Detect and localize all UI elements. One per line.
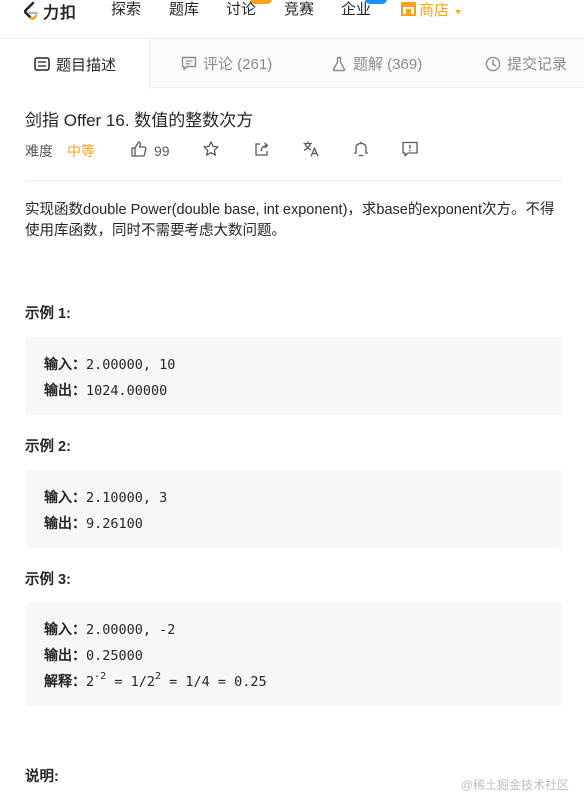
favorite-button[interactable] — [201, 140, 221, 163]
shop-icon — [400, 1, 417, 22]
comment-icon — [181, 56, 197, 72]
flask-icon — [331, 56, 347, 72]
input-label: 输入： — [44, 622, 86, 638]
example-input-line: 输入：2.00000, -2 — [44, 617, 543, 643]
problem-title: 剑指 Offer 16. 数值的整数次方 — [25, 111, 254, 130]
output-value: 1024.00000 — [86, 383, 168, 399]
input-label: 输入： — [44, 490, 86, 506]
example-output-line: 输出：0.25000 — [44, 643, 543, 669]
shop-label: 商店 — [419, 2, 450, 19]
nav-discuss-label: 讨论 — [226, 1, 257, 18]
difficulty-label: 难度 — [25, 143, 53, 159]
explain-exponent: -2 — [94, 670, 107, 682]
thumbs-up-icon — [130, 140, 148, 163]
bell-icon — [352, 140, 370, 163]
description-icon — [34, 56, 50, 72]
nav-enterprise-label: 企业 — [341, 1, 372, 18]
star-icon — [202, 140, 220, 163]
watermark: @稀土掘金技术社区 — [460, 778, 569, 792]
input-value: 2.00000, -2 — [86, 622, 176, 638]
explain-label: 解释： — [44, 674, 86, 690]
notes-title: 说明: — [25, 769, 59, 785]
subscribe-button[interactable] — [351, 140, 371, 163]
logo-text: 力扣 — [43, 5, 78, 22]
example-output-line: 输出：1024.00000 — [44, 378, 543, 404]
tab-comments[interactable]: 评论 (261) — [181, 39, 272, 88]
tab-comments-label: 评论 (261) — [203, 56, 273, 73]
chevron-down-icon — [455, 10, 462, 14]
share-button[interactable] — [252, 141, 272, 161]
input-label: 输入： — [44, 357, 86, 373]
input-value: 2.00000, 10 — [86, 357, 176, 373]
tab-submissions-label: 提交记录 — [507, 56, 568, 73]
example-explain-line: 解释：2-2 = 1/22 = 1/4 = 0.25 — [44, 669, 543, 695]
example-output-line: 输出：9.26100 — [44, 511, 543, 537]
like-button[interactable] — [129, 140, 149, 163]
new-badge — [250, 0, 272, 4]
example-3-block: 输入：2.00000, -2 输出：0.25000 解释：2-2 = 1/22 … — [25, 602, 562, 706]
tab-submissions[interactable]: 提交记录 — [485, 39, 567, 88]
tab-solutions[interactable]: 题解 (369) — [331, 39, 422, 88]
explain-middle: = 1/2 — [106, 674, 155, 690]
nav-discuss[interactable]: 讨论 — [226, 0, 272, 22]
clock-icon — [485, 56, 501, 72]
translate-icon — [302, 140, 320, 163]
top-navigation: 力扣 探索 题库 讨论 竞赛 企业 商店 — [0, 0, 584, 24]
share-icon — [253, 140, 271, 163]
example-1-block: 输入：2.00000, 10 输出：1024.00000 — [25, 337, 562, 415]
nav-contest[interactable]: 竞赛 — [284, 0, 314, 22]
leetcode-logo-icon — [22, 1, 40, 21]
output-label: 输出： — [44, 648, 86, 664]
nav-enterprise[interactable]: 企业 — [341, 0, 387, 22]
example-input-line: 输入：2.00000, 10 — [44, 352, 543, 378]
example-input-line: 输入：2.10000, 3 — [44, 485, 543, 511]
example-2-title: 示例 2: — [25, 439, 71, 455]
like-count: 99 — [154, 143, 170, 159]
explain-exponent-2: 2 — [154, 670, 161, 682]
output-label: 输出： — [44, 516, 86, 532]
input-value: 2.10000, 3 — [86, 490, 168, 506]
report-icon — [401, 140, 419, 163]
new-badge — [365, 0, 387, 4]
tab-description-label: 题目描述 — [56, 56, 117, 74]
example-2-block: 输入：2.10000, 3 输出：9.26100 — [25, 470, 562, 548]
output-value: 9.26100 — [86, 516, 143, 532]
tab-solutions-label: 题解 (369) — [353, 56, 423, 73]
tab-description[interactable]: 题目描述 — [0, 39, 150, 89]
example-3-title: 示例 3: — [25, 572, 71, 588]
nav-shop[interactable]: 商店 — [400, 0, 462, 22]
difficulty-badge: 中等 — [67, 143, 95, 159]
language-switch-button[interactable] — [301, 141, 321, 161]
problem-meta: 难度 中等 — [25, 141, 95, 161]
explain-base: 2 — [86, 674, 95, 690]
problem-tabs: 题目描述 评论 (261) 题解 (369) 提交记录 — [0, 38, 584, 89]
nav-explore[interactable]: 探索 — [111, 0, 141, 22]
feedback-button[interactable] — [400, 141, 420, 161]
example-1-title: 示例 1: — [25, 306, 71, 322]
problem-description: 实现函数double Power(double base, int expone… — [25, 202, 555, 239]
leetcode-logo[interactable]: 力扣 — [22, 0, 77, 22]
output-label: 输出： — [44, 383, 86, 399]
nav-problemset[interactable]: 题库 — [169, 0, 199, 22]
output-value: 0.25000 — [86, 648, 143, 664]
explain-end: = 1/4 = 0.25 — [161, 674, 267, 690]
section-divider — [25, 180, 562, 181]
